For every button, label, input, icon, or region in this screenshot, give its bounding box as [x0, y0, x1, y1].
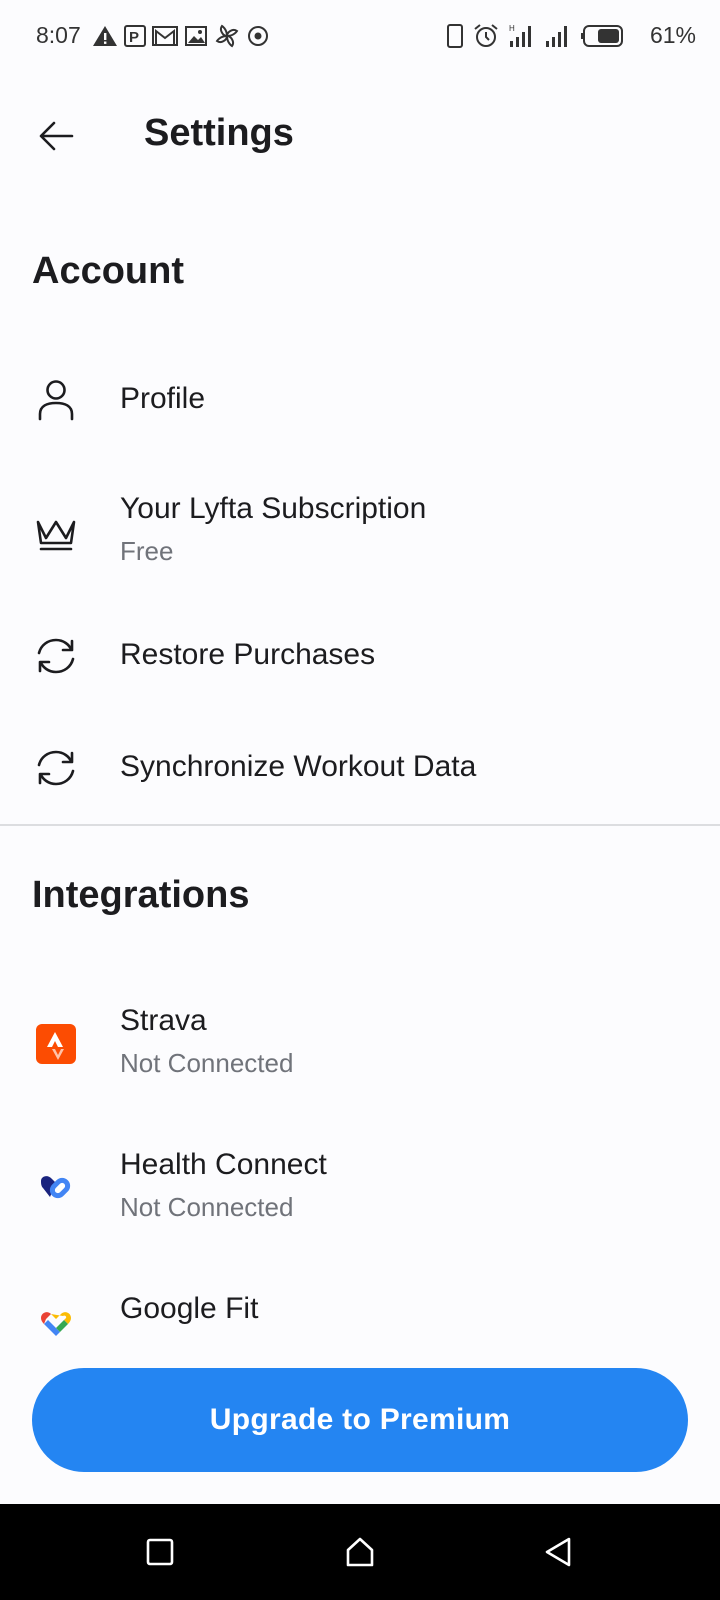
nav-back-button[interactable]	[538, 1532, 578, 1572]
health-connect-icon	[32, 1164, 80, 1212]
health-connect-label: Health Connect	[120, 1148, 327, 1181]
health-connect-status: Not Connected	[120, 1192, 294, 1222]
strava-status: Not Connected	[120, 1048, 294, 1078]
back-arrow-icon	[39, 121, 74, 151]
page-title: Settings	[144, 112, 294, 154]
alarm-icon	[474, 24, 498, 47]
google-fit-icon	[32, 1308, 80, 1338]
back-button[interactable]	[28, 108, 84, 164]
home-icon	[346, 1537, 374, 1567]
svg-text:P: P	[129, 29, 139, 46]
gmail-icon	[152, 26, 178, 46]
system-icons: H	[446, 22, 624, 50]
google-fit-row[interactable]: Google Fit	[0, 1280, 720, 1376]
home-button[interactable]	[340, 1532, 380, 1572]
sync-icon	[32, 744, 80, 792]
integrations-section-title: Integrations	[32, 874, 250, 916]
battery-percent: 61%	[649, 22, 696, 48]
sync-icon	[32, 632, 80, 680]
notification-icons: P	[92, 22, 270, 50]
account-section-title: Account	[32, 250, 184, 292]
recent-apps-button[interactable]	[140, 1532, 180, 1572]
parking-icon: P	[124, 25, 146, 47]
synchronize-workout-label: Synchronize Workout Data	[120, 750, 477, 783]
status-time: 8:07	[36, 22, 81, 48]
profile-row[interactable]: Profile	[0, 352, 720, 448]
signal-icon: H	[509, 24, 531, 47]
pinwheel-icon	[215, 24, 239, 48]
status-bar: 8:07 P H 61%	[0, 0, 720, 72]
health-connect-row[interactable]: Health Connect Not Connected	[0, 1136, 720, 1246]
subscription-status: Free	[120, 536, 174, 566]
strava-label: Strava	[120, 1004, 207, 1037]
image-icon	[185, 26, 207, 46]
subscription-row[interactable]: Your Lyfta Subscription Free	[0, 480, 720, 590]
strava-icon	[32, 1020, 80, 1068]
profile-label: Profile	[120, 382, 206, 415]
svg-text:H: H	[509, 24, 515, 33]
battery-icon	[581, 25, 623, 47]
restore-purchases-row[interactable]: Restore Purchases	[0, 608, 720, 704]
upgrade-premium-button[interactable]: Upgrade to Premium	[32, 1368, 688, 1472]
person-icon	[32, 376, 80, 424]
signal-icon	[546, 26, 567, 47]
recent-apps-icon	[146, 1538, 174, 1566]
warning-icon	[93, 26, 117, 46]
synchronize-workout-row[interactable]: Synchronize Workout Data	[0, 720, 720, 816]
system-nav-bar	[0, 1504, 720, 1600]
google-fit-label: Google Fit	[120, 1292, 259, 1325]
restore-purchases-label: Restore Purchases	[120, 638, 376, 671]
back-icon	[545, 1537, 571, 1567]
crown-icon	[32, 510, 80, 558]
section-divider	[0, 824, 720, 826]
strava-row[interactable]: Strava Not Connected	[0, 992, 720, 1102]
target-icon	[248, 26, 268, 46]
phone-icon	[447, 24, 463, 48]
subscription-label: Your Lyfta Subscription	[120, 492, 427, 525]
